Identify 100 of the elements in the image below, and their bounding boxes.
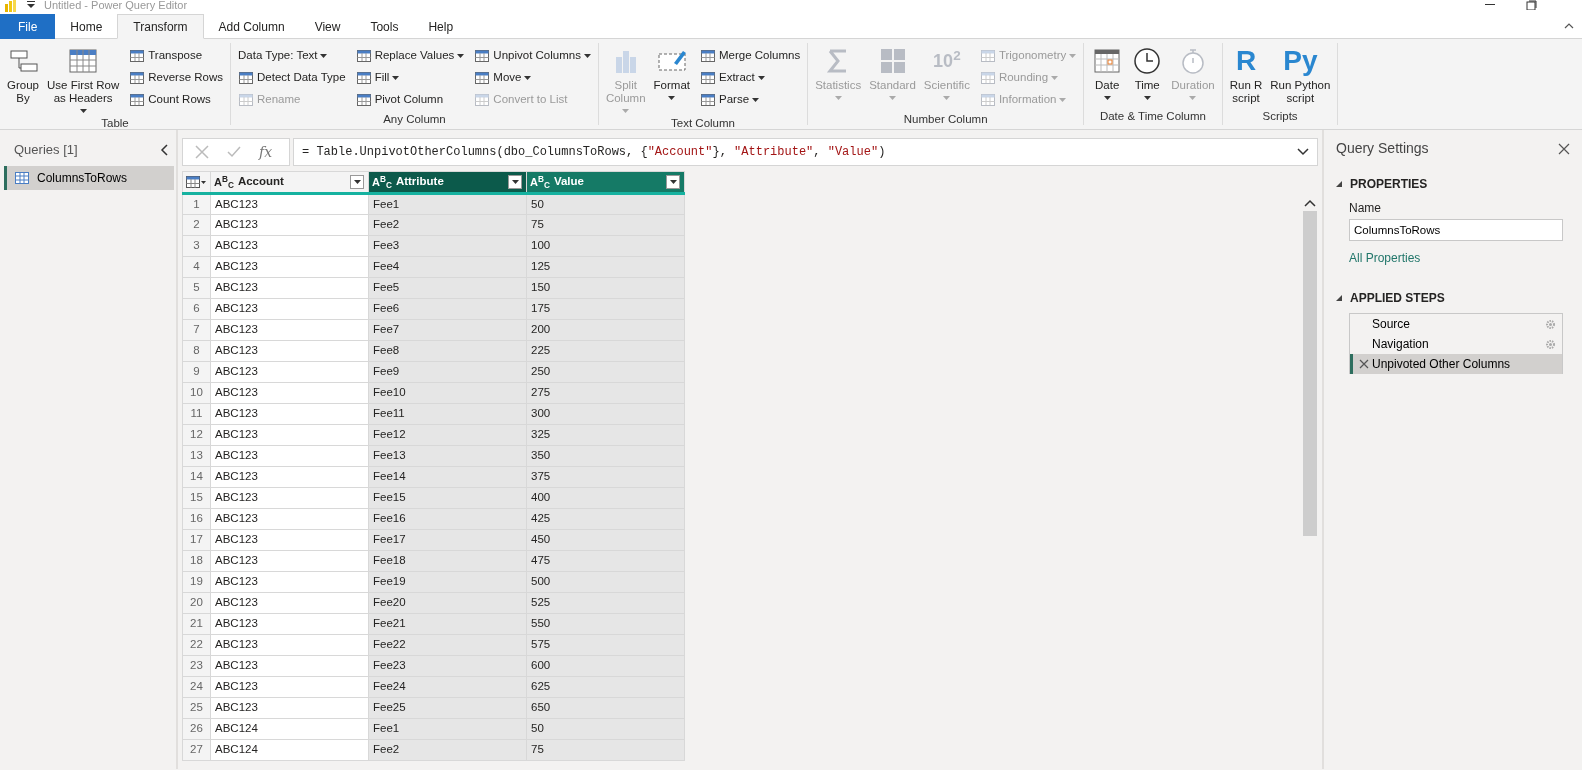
ribbon-button[interactable]: Replace Values [352,45,468,67]
caret-icon [1189,96,1197,100]
ribbon-button[interactable]: Move [471,67,594,89]
field-label: Name [1349,200,1382,217]
caret-icon [889,96,896,100]
collapse-triangle-icon[interactable] [1336,295,1342,301]
row-number: 17 [182,529,211,551]
ribbon-button[interactable]: Data Type: Text [235,45,349,67]
formula-field[interactable]: = Table.UnpivotOtherColumns(dbo_ColumnsToRows, {"Account"}, "Attribute", "Value") [293,138,1318,166]
row-number: 6 [182,298,211,320]
ribbon-button[interactable]: Transpose [126,45,226,67]
ribbon-button[interactable]: Merge Columns [697,45,804,67]
caret-icon [1069,54,1077,58]
applied-step[interactable]: Navigation [1350,334,1562,354]
expand-icon[interactable] [1297,148,1309,156]
ribbon-button[interactable]: Detect Data Type [235,67,349,89]
filter-button[interactable] [350,175,364,189]
row-number: 23 [182,655,211,677]
grid-icon [355,92,372,108]
caret-icon [668,96,676,100]
column-title: Account [237,174,284,190]
ribbon-button[interactable]: Use First Row as Headers [44,43,123,115]
file-tab[interactable]: File [0,14,56,39]
table-menu-button[interactable] [182,171,211,194]
name-field[interactable]: ColumnsToRows [1349,219,1563,241]
restore-icon[interactable] [1526,0,1538,10]
ribbon-button[interactable]: Date [1088,43,1127,108]
row-number: 15 [182,487,211,509]
ribbon-tab[interactable]: Transform [117,14,204,39]
delete-icon[interactable] [1359,359,1369,369]
row-number: 4 [182,256,211,278]
ribbon-button[interactable]: Unpivot Columns [471,45,594,67]
caret-icon [622,109,630,113]
grid-icon [700,48,716,64]
caret-icon [757,76,765,80]
row-number: 11 [182,403,211,425]
row-number: 20 [182,592,211,614]
row-number: 12 [182,424,211,446]
column-header[interactable]: A$^{B}$$_{C}$ Value [526,171,685,194]
column-header[interactable]: A$^{B}$$_{C}$ Attribute [368,171,527,194]
query-item[interactable]: ColumnsToRows [4,165,174,190]
ribbon-button[interactable]: Time [1128,43,1167,108]
section-heading: APPLIED STEPS [1350,290,1445,307]
quick-access-icon[interactable] [26,0,36,10]
row-number: 21 [182,613,211,635]
caret-icon [79,109,87,113]
row-number: 19 [182,571,211,593]
caret-icon [320,54,328,58]
row-number: 8 [182,340,211,362]
caret-icon [457,54,465,58]
collapse-icon[interactable] [160,143,168,156]
row-number: 16 [182,508,211,530]
ribbon-button[interactable]: Format [650,43,693,115]
ribbon-button[interactable]: Fill [352,67,468,89]
ribbon-button[interactable]: Parse [697,89,804,111]
caret-icon [752,98,760,102]
ribbon-tab[interactable]: Home [55,14,118,39]
applied-step[interactable]: Unpivoted Other Columns [1350,354,1562,374]
grid-icon [238,92,254,108]
row-number: 3 [182,235,211,257]
scroll-up-icon[interactable] [1304,199,1316,207]
row-number: 26 [182,718,211,740]
caret-icon [1143,96,1151,100]
row-number: 10 [182,382,211,404]
scrollbar-thumb[interactable] [1303,211,1317,536]
pane-title: Queries [1] [14,141,78,159]
row-number: 13 [182,445,211,467]
applied-step[interactable]: Source [1350,314,1562,334]
ribbon-button[interactable]: Group By [4,43,42,115]
close-icon[interactable] [1558,142,1570,155]
caret-icon [524,76,532,80]
ribbon-tab[interactable]: Help [413,14,469,39]
group-label: Scripts [1261,108,1299,124]
grid-icon [700,92,716,108]
insert-function-button[interactable]: fx [259,141,273,163]
ribbon-button[interactable]: Extract [697,67,804,89]
column-title: Value [553,174,584,190]
ribbon-button[interactable]: Count Rows [126,89,226,111]
ribbon-button[interactable]: R Run R script [1226,43,1266,108]
collapse-ribbon-icon[interactable] [1564,23,1574,29]
check-icon[interactable] [227,145,241,159]
group-label: Table [100,116,130,131]
ribbon-button[interactable]: Reverse Rows [126,67,226,89]
caret-icon [511,180,519,184]
all-properties-link[interactable]: All Properties [1349,249,1421,267]
collapse-triangle-icon[interactable] [1336,181,1342,187]
row-number: 22 [182,634,211,656]
ribbon-button[interactable]: Pivot Column [352,89,468,111]
ribbon-tab[interactable]: Tools [355,14,414,39]
caret-icon [583,54,591,58]
section-heading: PROPERTIES [1350,176,1428,193]
caret-icon [1103,96,1111,100]
column-header[interactable]: A$^{B}$$_{C}$ Account [210,171,369,194]
ribbon-tab[interactable]: View [299,14,356,39]
row-number: 14 [182,466,211,488]
ribbon-button[interactable]: Py Run Python script [1267,43,1334,108]
filter-button[interactable] [508,175,522,189]
ribbon-tab[interactable]: Add Column [203,14,300,39]
filter-button[interactable] [666,175,680,189]
group-label: Any Column [382,112,447,127]
